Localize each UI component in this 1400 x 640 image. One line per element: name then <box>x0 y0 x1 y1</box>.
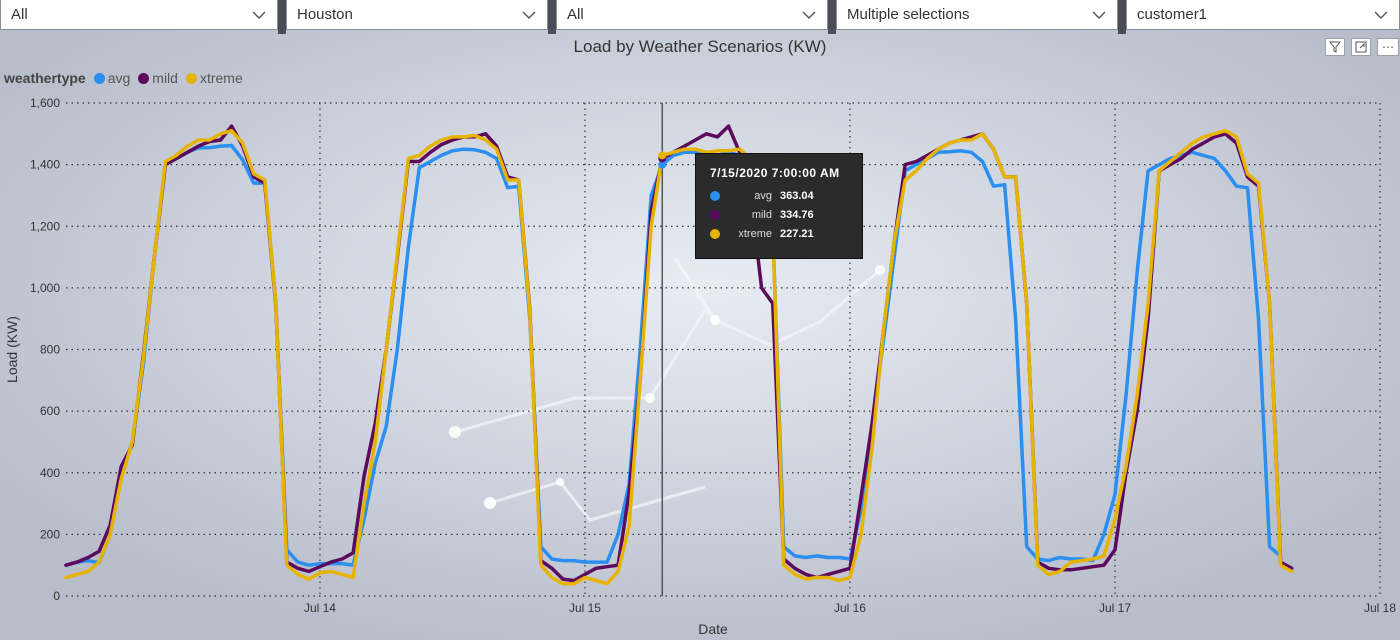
tooltip-row-avg: avg 363.04 <box>710 186 852 205</box>
y-tick-label: 400 <box>40 466 60 480</box>
x-tick-label: Jul 15 <box>569 601 601 615</box>
tooltip-name-xtreme: xtreme <box>738 227 772 240</box>
tooltip-row-mild: mild 334.76 <box>710 205 852 224</box>
y-tick-label: 1,400 <box>30 158 60 172</box>
line-chart: 0 200 400 600 800 1,000 1,200 1,400 1,600 Jul 14 J… <box>4 96 1396 637</box>
tooltip-row-xtreme: xtreme 227.21 <box>710 224 852 243</box>
hover-point-xtreme <box>658 151 667 160</box>
x-tick-label: Jul 14 <box>304 601 336 615</box>
y-tick-label: 1,600 <box>30 96 60 110</box>
tooltip-dot-avg <box>710 190 720 201</box>
tooltip-name-mild: mild <box>751 208 772 221</box>
y-tick-label: 1,000 <box>30 281 60 295</box>
y-tick-label: 200 <box>40 527 60 541</box>
tooltip-value-mild: 334.76 <box>780 208 814 221</box>
tooltip-dot-xtreme <box>710 228 720 239</box>
y-tick-label: 600 <box>40 404 60 418</box>
chart-tooltip: 7/15/2020 7:00:00 AM avg 363.04 mild 334… <box>695 153 863 259</box>
y-tick-label: 1,200 <box>30 219 60 233</box>
tooltip-value-avg: 363.04 <box>780 189 814 202</box>
y-axis-title: Load (KW) <box>4 316 20 383</box>
tooltip-name-avg: avg <box>754 189 772 202</box>
tooltip-dot-mild <box>710 209 720 220</box>
x-tick-label: Jul 17 <box>1099 601 1131 615</box>
y-tick-label: 800 <box>40 343 60 357</box>
series-line-mild <box>64 124 1294 583</box>
x-tick-label: Jul 16 <box>834 601 866 615</box>
x-tick-label: Jul 18 <box>1364 601 1396 615</box>
tooltip-value-xtreme: 227.21 <box>780 227 814 240</box>
y-tick-label: 0 <box>53 589 60 603</box>
series-line-avg <box>64 143 1283 567</box>
x-axis-title: Date <box>698 621 728 637</box>
tooltip-title: 7/15/2020 7:00:00 AM <box>710 166 840 180</box>
